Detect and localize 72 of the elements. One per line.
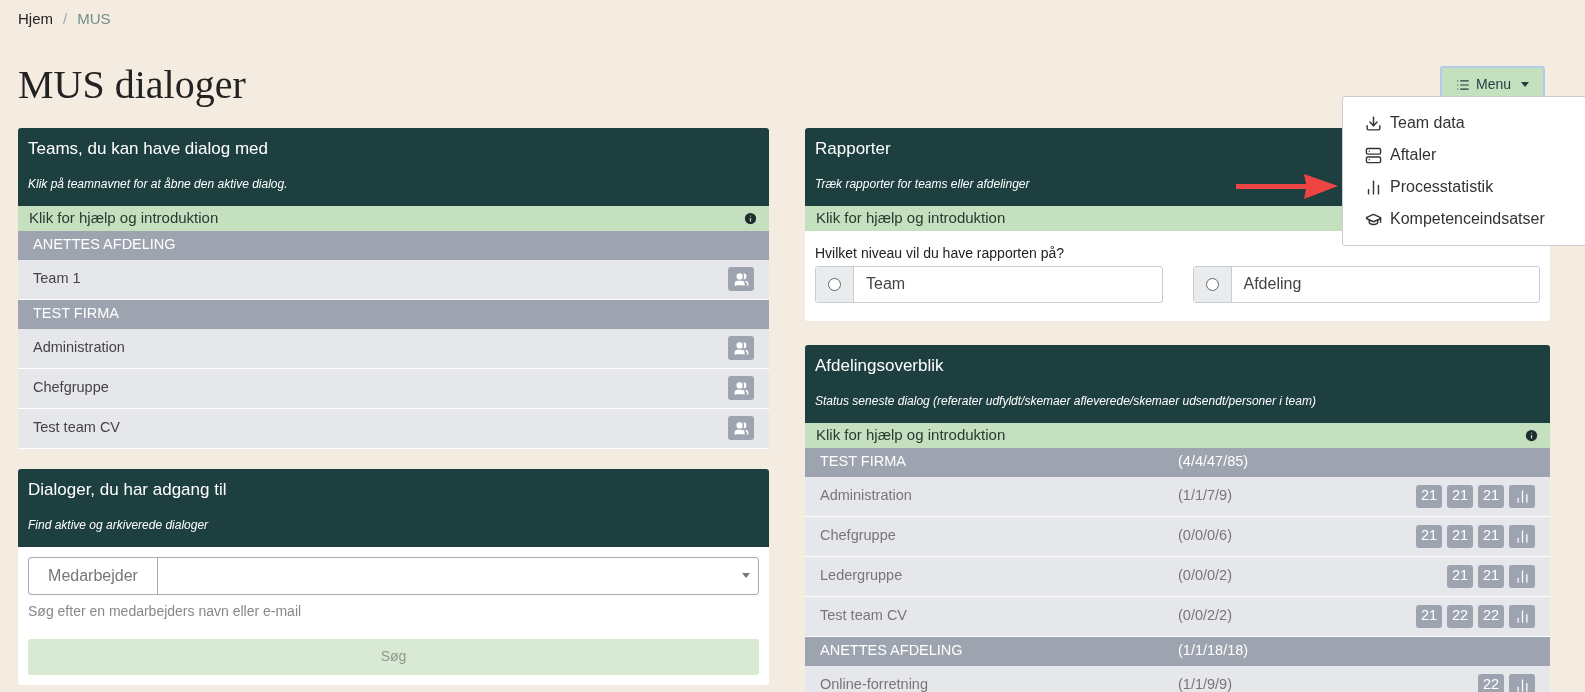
dialog-year-badge[interactable]: 21 <box>1416 524 1442 548</box>
bar-chart-icon <box>1365 178 1382 196</box>
team-status: (1/1/9/9) <box>1178 675 1232 692</box>
team-name[interactable]: Online-forretning <box>820 674 1178 692</box>
dialog-year-badge[interactable]: 21 <box>1447 484 1473 508</box>
team-row[interactable]: Administration <box>18 328 769 369</box>
users-icon[interactable] <box>728 336 754 360</box>
field-hint: Søg efter en medarbejders navn eller e-mail <box>28 601 303 621</box>
team-status: (0/0/0/6) <box>1178 526 1232 546</box>
team-status: (0/0/2/2) <box>1178 606 1232 626</box>
team-row[interactable]: Test team CV <box>18 408 769 449</box>
team-row[interactable]: Team 1 <box>18 259 769 300</box>
users-icon[interactable] <box>728 376 754 400</box>
radio-option[interactable]: Afdeling <box>1192 265 1540 303</box>
team-status: (1/1/7/9) <box>1178 486 1232 506</box>
dialog-year-badge[interactable]: 22 <box>1478 604 1504 628</box>
menu-item[interactable]: Aftaler <box>1343 139 1585 171</box>
team-name[interactable]: Test team CV <box>820 605 1178 627</box>
group-name: ANETTES AFDELING <box>820 641 964 661</box>
bar-chart-icon[interactable] <box>1509 604 1535 628</box>
breadcrumb-separator: / <box>63 9 68 29</box>
card-title: Teams, du kan have dialog med <box>28 137 269 160</box>
help-bar[interactable]: Klik for hjælp og introduktion <box>18 205 769 231</box>
server-icon <box>1365 146 1382 164</box>
card-subtitle: Træk rapporter for teams eller afdelinger <box>815 176 1030 191</box>
dialog-year-badge[interactable]: 21 <box>1447 524 1473 548</box>
dialog-year-badge[interactable]: 22 <box>1447 604 1473 628</box>
menu-item[interactable]: Team data <box>1343 107 1585 139</box>
card-subtitle: Status seneste dialog (referater udfyldt/skemaer afleverede/skemaer udsendt/personer i team) <box>815 393 1316 408</box>
caret-icon <box>1521 82 1529 87</box>
download-icon <box>1365 114 1382 132</box>
bar-chart-icon[interactable] <box>1509 524 1535 548</box>
help-bar[interactable]: Klik for hjælp og introduktion <box>805 422 1550 448</box>
report-level-question: Hvilket niveau vil du have rapporten på? <box>814 243 1066 263</box>
list-icon <box>1455 77 1470 92</box>
bar-chart-icon[interactable] <box>1509 673 1535 692</box>
caret-icon <box>742 573 750 578</box>
card-title: Rapporter <box>815 137 891 160</box>
dialog-year-badge[interactable]: 21 <box>1416 604 1442 628</box>
radio-button[interactable] <box>828 277 841 291</box>
users-icon[interactable] <box>728 267 754 291</box>
card-subtitle: Find aktive og arkiverede dialoger <box>28 517 209 532</box>
dialog-year-badge[interactable]: 21 <box>1416 484 1442 508</box>
radio-button[interactable] <box>1205 277 1219 291</box>
breadcrumb-link[interactable]: Hjem <box>18 8 53 31</box>
group-name: TEST FIRMA <box>33 304 120 324</box>
radio-option[interactable]: Team <box>815 265 1163 303</box>
group-name: ANETTES AFDELING <box>33 235 177 255</box>
dialog-year-badge[interactable]: 21 <box>1478 564 1504 588</box>
team-name[interactable]: Administration <box>820 485 1178 507</box>
card-subtitle: Klik på teamnavnet for at åbne den aktive dialog. <box>28 176 288 191</box>
bar-chart-icon[interactable] <box>1509 484 1535 508</box>
dialog-year-badge[interactable]: 21 <box>1447 564 1473 588</box>
card-title: Afdelingsoverblik <box>815 354 944 377</box>
bar-chart-icon[interactable] <box>1509 564 1535 588</box>
field-label: Medarbejder <box>29 557 158 594</box>
group-status: (1/1/18/18) <box>1178 641 1249 661</box>
employee-select[interactable]: Medarbejder <box>28 556 759 595</box>
team-status: (0/0/0/2) <box>1178 566 1232 586</box>
menu-item[interactable]: Processtatistik <box>1343 171 1585 203</box>
team-name[interactable]: Chefgruppe <box>820 525 1178 547</box>
group-name: TEST FIRMA <box>820 452 907 472</box>
card-title: Dialoger, du har adgang til <box>28 478 227 501</box>
breadcrumb-link[interactable]: MUS <box>77 8 111 31</box>
dialog-year-badge[interactable]: 21 <box>1478 524 1504 548</box>
team-row[interactable]: Chefgruppe <box>18 368 769 409</box>
group-status: (4/4/47/85) <box>1178 452 1249 472</box>
dialog-year-badge[interactable]: 22 <box>1478 673 1504 692</box>
users-icon[interactable] <box>728 416 754 440</box>
team-name[interactable]: Ledergruppe <box>820 565 1178 587</box>
page-title: MUS dialoger <box>18 60 246 109</box>
dialog-year-badge[interactable]: 21 <box>1478 484 1504 508</box>
